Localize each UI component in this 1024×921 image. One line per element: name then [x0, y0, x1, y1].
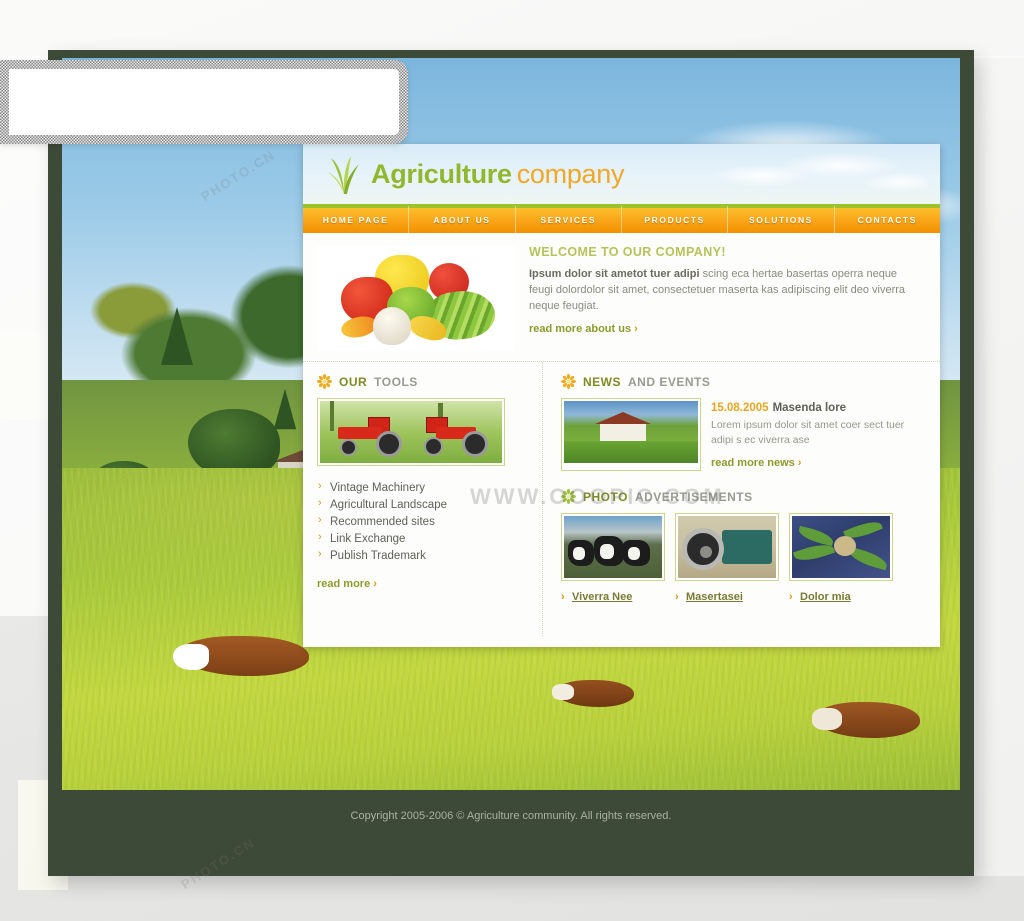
- read-more-about-us-link[interactable]: read more about us ›: [529, 323, 638, 335]
- photo-ad-item: Dolor mia: [789, 513, 893, 603]
- cows-photo-frame[interactable]: [561, 513, 665, 581]
- read-more-news-label: read more news: [711, 457, 795, 469]
- tractors-photo-frame[interactable]: [317, 398, 505, 466]
- tool-list-item[interactable]: Recommended sites: [317, 513, 526, 530]
- logo-sub-text: company: [516, 158, 625, 189]
- news-and-ads-column: NEWS AND EVENTS 15.08.2005 Masenda lore L…: [543, 362, 940, 636]
- our-tools-heading-word1: OUR: [339, 374, 368, 389]
- tools-read-more-label: read more: [317, 578, 371, 590]
- cow: [812, 702, 936, 742]
- hill: [564, 441, 698, 463]
- conifer-tree: [273, 388, 296, 430]
- nav-item-about-us[interactable]: ABOUT US: [409, 206, 516, 235]
- photo-ad-item: Masertasei: [675, 513, 779, 603]
- photo-ads-heading-word1: PHOTO: [583, 489, 628, 504]
- read-more-about-us-label: read more about us: [529, 323, 632, 335]
- news-date: 15.08.2005: [711, 402, 769, 414]
- arrow-icon: ›: [797, 457, 802, 469]
- news-title: Masenda lore: [772, 402, 847, 414]
- plant-leaves-photo: [792, 516, 890, 578]
- tractor: [336, 415, 422, 457]
- tractor-photo-frame[interactable]: [675, 513, 779, 581]
- photo-ad-item: Viverra Nee: [561, 513, 665, 603]
- cows-photo: [564, 516, 662, 578]
- photo-ad-link-viverra-nee[interactable]: Viverra Nee: [561, 591, 659, 603]
- photo-ads-row: Viverra Nee Masertasei: [561, 513, 922, 603]
- nav-item-products[interactable]: PRODUCTS: [622, 206, 729, 235]
- news-heading: NEWS AND EVENTS: [561, 374, 922, 389]
- site-logo[interactable]: Agriculture company: [327, 154, 624, 194]
- nav-item-home-page[interactable]: HOME PAGE: [303, 206, 410, 235]
- welcome-section: WELCOME TO OUR COMPANY! Ipsum dolor sit …: [303, 233, 940, 362]
- news-heading-word2: AND EVENTS: [628, 374, 711, 389]
- farmhouse-photo: [564, 401, 698, 463]
- welcome-body: Ipsum dolor sit ametot tuer adipi scing …: [529, 266, 922, 314]
- orange-flower-icon: [317, 374, 332, 389]
- our-tools-section: OUR TOOLS › Vintage Machinery › Agricult…: [303, 362, 543, 636]
- site-header: Agriculture company: [303, 144, 940, 204]
- tool-list-item[interactable]: Agricultural Landscape: [317, 496, 526, 513]
- nav-item-solutions[interactable]: SOLUTIONS: [728, 206, 835, 235]
- grass-icon: [328, 156, 359, 194]
- house: [595, 412, 651, 441]
- green-flower-icon: [561, 489, 576, 504]
- news-text: 15.08.2005 Masenda lore Lorem ipsum dolor…: [711, 398, 922, 471]
- logo-main-text: Agriculture: [371, 158, 512, 189]
- photo-ad-link-dolor-mia[interactable]: Dolor mia: [789, 591, 887, 603]
- photo-ads-heading: PHOTO ADVERTISEMENTS: [561, 489, 922, 504]
- tractor-wheel: [682, 528, 724, 570]
- fruit: [834, 536, 856, 556]
- read-more-news-link[interactable]: read more news ›: [711, 457, 801, 469]
- content-columns: OUR TOOLS › Vintage Machinery › Agricult…: [303, 362, 940, 636]
- plant-photo-frame[interactable]: [789, 513, 893, 581]
- news-body: Lorem ipsum dolor sit amet coer sect tue…: [711, 419, 905, 446]
- machine-body: [722, 530, 772, 564]
- garlic: [373, 307, 411, 345]
- photo-ad-link-masertasei[interactable]: Masertasei: [675, 591, 773, 603]
- tractor: [418, 415, 498, 457]
- tools-read-more-link[interactable]: read more ›: [317, 578, 377, 590]
- site-footer: Copyright 2005-2006 © Agriculture commun…: [48, 790, 974, 876]
- news-item: 15.08.2005 Masenda lore Lorem ipsum dolor…: [561, 398, 922, 471]
- tool-list-item[interactable]: Vintage Machinery: [317, 479, 526, 496]
- news-heading-word1: NEWS: [583, 374, 621, 389]
- header-cloud: [698, 148, 928, 198]
- our-tools-heading-word2: TOOLS: [374, 374, 418, 389]
- tool-list-item[interactable]: Link Exchange: [317, 530, 526, 547]
- cow: [551, 680, 646, 710]
- red-tractors-photo: [320, 401, 502, 463]
- vegetables-photo: [317, 245, 515, 351]
- content-panel: Agriculture company HOME PAGE ABOUT US SE…: [303, 144, 940, 647]
- tractor-wheel-photo: [678, 516, 776, 578]
- welcome-text: WELCOME TO OUR COMPANY! Ipsum dolor sit …: [515, 245, 922, 351]
- nav-item-services[interactable]: SERVICES: [516, 206, 622, 235]
- photo-ads-heading-word2: ADVERTISEMENTS: [634, 489, 753, 504]
- welcome-lead: Ipsum dolor sit ametot tuer adipi: [529, 268, 700, 280]
- orange-flower-icon: [561, 374, 576, 389]
- main-navigation[interactable]: HOME PAGE ABOUT US SERVICES PRODUCTS SOL…: [303, 204, 940, 235]
- photo-advertisements-section: PHOTO ADVERTISEMENTS Viverra Nee: [561, 489, 922, 603]
- logo-text: Agriculture company: [371, 159, 624, 190]
- welcome-title: WELCOME TO OUR COMPANY!: [529, 245, 726, 259]
- conifer-tree: [160, 306, 193, 365]
- copyright-text: Copyright 2005-2006 © Agriculture commun…: [350, 810, 672, 822]
- overlay-panel[interactable]: [0, 60, 408, 144]
- tools-list: Vintage Machinery Agricultural Landscape…: [317, 479, 526, 564]
- our-tools-heading: OUR TOOLS: [317, 374, 526, 389]
- nav-item-contacts[interactable]: CONTACTS: [835, 206, 940, 235]
- arrow-icon: ›: [373, 578, 377, 590]
- arrow-icon: ›: [634, 323, 638, 335]
- tool-list-item[interactable]: Publish Trademark: [317, 547, 526, 564]
- news-photo-frame[interactable]: [561, 398, 701, 471]
